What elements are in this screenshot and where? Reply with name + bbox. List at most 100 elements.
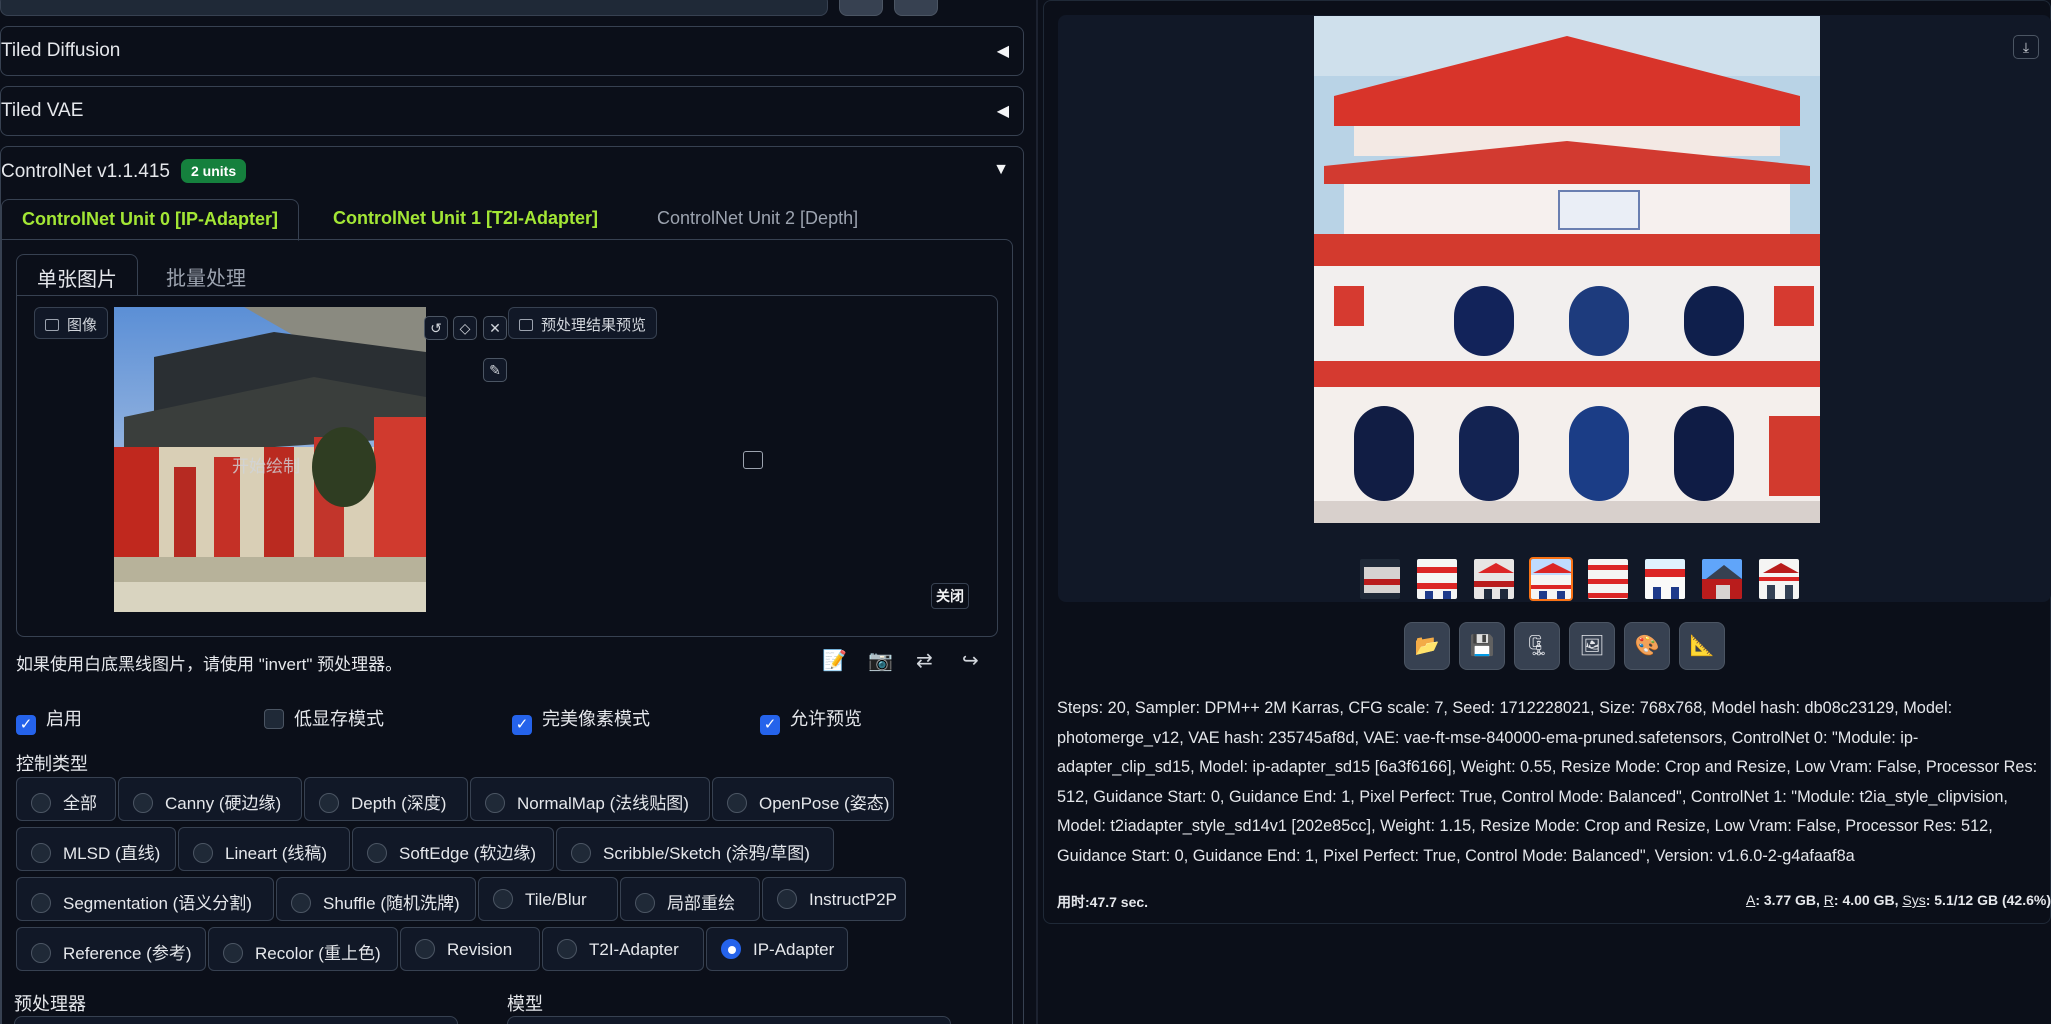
- send-to-img2img-icon[interactable]: 🖼: [1569, 622, 1615, 670]
- checkbox-checked[interactable]: ✓: [760, 715, 780, 735]
- allow-preview-checkbox[interactable]: ✓ 允许预览: [760, 705, 862, 735]
- control-type-depth[interactable]: Depth (深度): [304, 777, 468, 821]
- save-icon[interactable]: 💾: [1459, 622, 1505, 670]
- tab-unit-2[interactable]: ControlNet Unit 2 [Depth]: [637, 199, 878, 241]
- zip-icon[interactable]: 🗜: [1514, 622, 1560, 670]
- thumbnail[interactable]: [1700, 557, 1744, 601]
- prompt-box-remnant[interactable]: [0, 0, 828, 16]
- radio-dot[interactable]: [635, 893, 655, 913]
- image-input-panel: 图像 ↺ ◇ ✕ ✎ 预处理结果预览 关闭: [16, 295, 998, 637]
- radio-dot[interactable]: [727, 793, 747, 813]
- undo-icon[interactable]: ↺: [424, 316, 448, 340]
- control-type-inpaint[interactable]: 局部重绘: [620, 877, 760, 921]
- control-type-normalmap[interactable]: NormalMap (法线贴图): [470, 777, 710, 821]
- top-button-2[interactable]: [894, 0, 938, 16]
- radio-label: Revision: [447, 940, 513, 959]
- collapse-arrow-icon[interactable]: ◀: [997, 101, 1009, 121]
- accordion-tiled-vae[interactable]: Tiled VAE ◀: [0, 86, 1024, 136]
- thumbnail[interactable]: [1472, 557, 1516, 601]
- radio-dot[interactable]: [31, 843, 51, 863]
- tab-batch[interactable]: 批量处理: [146, 254, 266, 296]
- thumbnail-selected[interactable]: [1529, 557, 1573, 601]
- radio-dot[interactable]: [485, 793, 505, 813]
- send-icon[interactable]: ↪: [962, 648, 979, 673]
- vram-a-value: : 3.77 GB,: [1755, 892, 1824, 908]
- radio-dot[interactable]: [571, 843, 591, 863]
- radio-dot[interactable]: [319, 793, 339, 813]
- thumbnail[interactable]: [1415, 557, 1459, 601]
- radio-dot-selected[interactable]: [721, 939, 741, 959]
- expand-arrow-icon[interactable]: ▼: [993, 161, 1009, 179]
- control-type-segmentation[interactable]: Segmentation (语义分割): [16, 877, 274, 921]
- send-to-inpaint-icon[interactable]: 🎨: [1624, 622, 1670, 670]
- control-type-shuffle[interactable]: Shuffle (随机洗牌): [276, 877, 476, 921]
- control-type-instructp2p[interactable]: InstructP2P: [762, 877, 906, 921]
- low-vram-checkbox[interactable]: 低显存模式: [264, 705, 384, 731]
- radio-dot[interactable]: [223, 943, 243, 963]
- control-type-reference[interactable]: Reference (参考): [16, 927, 206, 971]
- clear-icon[interactable]: ✕: [483, 316, 507, 340]
- radio-dot[interactable]: [31, 893, 51, 913]
- top-button-1[interactable]: [839, 0, 883, 16]
- radio-dot[interactable]: [31, 943, 51, 963]
- preview-label-text: 预处理结果预览: [541, 317, 647, 334]
- model-dropdown[interactable]: [507, 1016, 951, 1024]
- tab-single-image[interactable]: 单张图片: [16, 254, 138, 296]
- accordion-tiled-diffusion[interactable]: Tiled Diffusion ◀: [0, 26, 1024, 76]
- camera-icon[interactable]: 📷: [868, 648, 893, 673]
- checkbox-checked[interactable]: ✓: [512, 715, 532, 735]
- thumbnail[interactable]: [1757, 557, 1801, 601]
- control-type-mlsd[interactable]: MLSD (直线): [16, 827, 176, 871]
- radio-label: Segmentation (语义分割): [63, 894, 252, 913]
- thumbnail[interactable]: [1586, 557, 1630, 601]
- control-type-canny[interactable]: Canny (硬边缘): [118, 777, 302, 821]
- radio-dot[interactable]: [291, 893, 311, 913]
- control-type-lineart[interactable]: Lineart (线稿): [178, 827, 350, 871]
- control-type-recolor[interactable]: Recolor (重上色): [208, 927, 398, 971]
- control-type-all[interactable]: 全部: [16, 777, 116, 821]
- radio-dot[interactable]: [367, 843, 387, 863]
- thumbnail[interactable]: [1643, 557, 1687, 601]
- timing-value: 47.7 sec.: [1089, 894, 1149, 910]
- radio-label: 局部重绘: [667, 894, 735, 913]
- radio-label: Scribble/Sketch (涂鸦/草图): [603, 844, 810, 863]
- radio-dot[interactable]: [193, 843, 213, 863]
- timing-label: 用时:: [1057, 894, 1090, 910]
- tab-unit-1[interactable]: ControlNet Unit 1 [T2I-Adapter]: [313, 199, 618, 241]
- radio-dot[interactable]: [31, 793, 51, 813]
- image-icon: [45, 319, 59, 331]
- preprocessor-dropdown[interactable]: [14, 1016, 458, 1024]
- checkbox-label: 低显存模式: [294, 709, 384, 729]
- checkbox-checked[interactable]: ✓: [16, 715, 36, 735]
- control-type-ip-adapter[interactable]: IP-Adapter: [706, 927, 848, 971]
- radio-dot[interactable]: [415, 939, 435, 959]
- pixel-perfect-checkbox[interactable]: ✓ 完美像素模式: [512, 705, 650, 735]
- send-to-extras-icon[interactable]: 📐: [1679, 622, 1725, 670]
- control-type-t2i-adapter[interactable]: T2I-Adapter: [542, 927, 704, 971]
- control-type-openpose[interactable]: OpenPose (姿态): [712, 777, 894, 821]
- generated-image[interactable]: [1314, 16, 1820, 523]
- thumbnail[interactable]: [1358, 557, 1402, 601]
- image-icon: [519, 319, 533, 331]
- close-button[interactable]: 关闭: [931, 583, 969, 609]
- brush-icon[interactable]: ✎: [483, 358, 507, 382]
- control-type-revision[interactable]: Revision: [400, 927, 540, 971]
- radio-dot[interactable]: [557, 939, 577, 959]
- control-type-scribble[interactable]: Scribble/Sketch (涂鸦/草图): [556, 827, 834, 871]
- edit-icon[interactable]: 📝: [822, 648, 847, 673]
- controlnet-title[interactable]: ControlNet v1.1.415: [1, 161, 170, 183]
- download-icon[interactable]: ⤓: [2013, 35, 2039, 59]
- enable-checkbox[interactable]: ✓ 启用: [16, 705, 82, 735]
- radio-dot[interactable]: [493, 889, 513, 909]
- tab-unit-0[interactable]: ControlNet Unit 0 [IP-Adapter]: [1, 199, 299, 241]
- control-type-tile[interactable]: Tile/Blur: [478, 877, 618, 921]
- radio-dot[interactable]: [133, 793, 153, 813]
- radio-dot[interactable]: [777, 889, 797, 909]
- eraser-icon[interactable]: ◇: [453, 316, 477, 340]
- control-type-softedge[interactable]: SoftEdge (软边缘): [352, 827, 554, 871]
- swap-icon[interactable]: ⇄: [916, 648, 933, 673]
- open-folder-icon[interactable]: 📂: [1404, 622, 1450, 670]
- checkbox-unchecked[interactable]: [264, 709, 284, 729]
- checkbox-label: 完美像素模式: [542, 709, 650, 729]
- collapse-arrow-icon[interactable]: ◀: [997, 41, 1009, 61]
